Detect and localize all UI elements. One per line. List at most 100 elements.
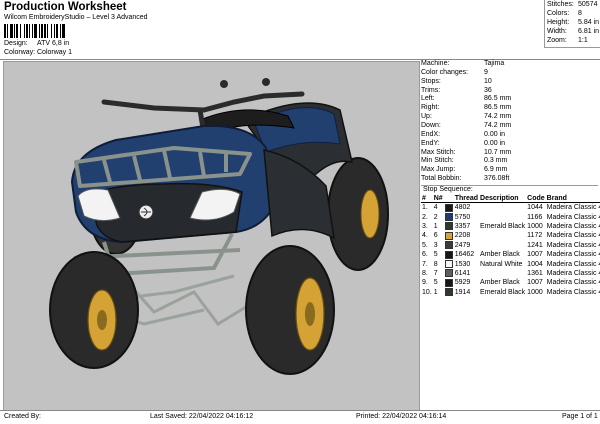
row-swatch [444, 259, 454, 269]
row-code: 1241 [527, 241, 543, 249]
colorway-value: Colorway 1 [37, 49, 73, 56]
info-row: Right: 86.5 mm [421, 104, 511, 112]
row-brand: Madeira Classic 40 [546, 251, 600, 259]
row-swatch [444, 203, 454, 213]
worksheet-title: Production Worksheet [4, 1, 127, 13]
row-swatch [444, 231, 454, 240]
info-row: Total Bobbin: 376.08ft [421, 175, 509, 183]
software-subtitle: Wilcom EmbroideryStudio – Level 3 Advanc… [4, 14, 148, 21]
info-value: 86.5 mm [484, 104, 512, 112]
info-row: Max Jump: 6.9 mm [421, 166, 507, 174]
stat-height: Height: 5.84 in [547, 19, 600, 26]
row-needle: 1 [433, 222, 438, 230]
thread-color-swatch [444, 241, 453, 250]
row-thread: 4802 [454, 204, 471, 212]
thread-color-swatch [444, 250, 453, 259]
created-by: Created By: [4, 413, 41, 420]
row-needle: 6 [433, 232, 438, 240]
info-label: Total Bobbin: [421, 175, 462, 183]
row-thread: 5750 [454, 213, 471, 221]
info-label: Up: [421, 113, 432, 121]
front-left-tire [49, 251, 139, 369]
stat-zoom: Zoom: 1:1 [547, 37, 588, 44]
stop-sequence-table: # N# Thread Description Code Brand 1. 4 48… [421, 194, 600, 297]
table-row: 5. 3 2479 1241Madeira Classic 40 [421, 241, 600, 250]
info-row: Min Stitch: 0.3 mm [421, 157, 507, 164]
row-description [479, 269, 526, 278]
rear-right-tire [327, 157, 389, 271]
printed-date: Printed: 22/04/2022 04:16:14 [356, 413, 447, 420]
row-swatch [444, 269, 454, 278]
row-brand: Madeira Classic 40 [546, 288, 600, 296]
row-code: 1004 [527, 260, 543, 268]
row-index: 6. [422, 251, 428, 259]
row-brand: Madeira Classic 40 [546, 260, 600, 268]
stat-colors: Colors: 8 [547, 10, 582, 17]
row-swatch [444, 250, 454, 259]
table-row: 6. 5 16462 Amber Black 1007Madeira Classic 4… [421, 250, 600, 259]
thread-color-swatch [444, 260, 453, 269]
info-row: Trims: 36 [421, 86, 492, 94]
row-thread: 2208 [454, 232, 471, 240]
row-code: 1000 [527, 288, 543, 296]
row-description [479, 241, 526, 250]
row-brand: Madeira Classic 40 [546, 241, 600, 249]
thread-color-swatch [444, 278, 453, 287]
col-code: Code [526, 194, 546, 203]
col-needle: N# [432, 194, 444, 203]
info-value: 10.7 mm [484, 148, 512, 156]
info-value: 36 [484, 86, 492, 94]
table-row: 10. 1 1914 Emerald Black 1000 Madeira Classic… [421, 288, 600, 297]
row-description: Emerald Black [480, 288, 526, 296]
info-value: Tajima [484, 60, 505, 67]
info-label: Max Stitch: [421, 148, 456, 156]
row-thread: 16462 [454, 251, 475, 259]
info-label: Left: [421, 95, 435, 103]
barcode [4, 24, 90, 38]
table-row: 4. 6 2208 1172Madeira Classic 40 [421, 231, 600, 240]
row-thread: 1530 [454, 260, 471, 268]
info-value: 10 [484, 77, 492, 85]
row-description: Natural White [480, 260, 523, 268]
colorway-line: Colorway: Colorway 1 [4, 49, 72, 56]
table-row: 1. 4 4802 1044Madeira Classic 40 [421, 203, 600, 213]
info-label: Right: [421, 104, 440, 112]
atv-embroidery-image [49, 78, 389, 375]
row-index: 4. [422, 232, 428, 240]
row-brand: Madeira Classic 40 [546, 213, 600, 221]
row-needle: 1 [433, 288, 438, 296]
row-brand: Madeira Classic 40 [546, 269, 600, 277]
info-value: 376.08ft [484, 175, 510, 183]
table-row: 8. 7 6141 1361Madeira Classic 40 [421, 269, 600, 278]
design-value: ATV 6,8 in [37, 40, 70, 47]
row-description [479, 231, 526, 240]
row-code: 1007 [527, 279, 543, 287]
row-code: 1172 [527, 232, 543, 240]
row-index: 1. [422, 204, 428, 212]
row-description: Amber Black [480, 251, 520, 259]
info-label: EndX: [421, 130, 441, 138]
table-row: 2. 2 5750 1166Madeira Classic 40 [421, 212, 600, 222]
info-value: 0.00 in [484, 139, 506, 147]
row-index: 8. [422, 269, 428, 277]
col-brand: Brand [545, 194, 600, 203]
info-label: Down: [421, 121, 441, 129]
info-label: Trims: [421, 86, 441, 94]
row-index: 2. [422, 213, 428, 221]
row-thread: 2479 [454, 241, 471, 249]
info-row: EndY: 0.00 in [421, 140, 505, 147]
row-thread: 5929 [454, 279, 471, 287]
table-header: # N# Thread Description Code Brand [421, 194, 600, 203]
thread-color-swatch [444, 203, 453, 212]
info-label: Max Jump: [421, 166, 456, 174]
colorway-label: Colorway: [4, 49, 36, 56]
row-needle: 2 [433, 213, 438, 221]
row-index: 10. [422, 288, 432, 296]
info-value: 74.2 mm [484, 121, 512, 129]
info-value: 6.9 mm [484, 166, 508, 174]
row-needle: 3 [433, 241, 438, 249]
design-line: Design: ATV 6,8 in [4, 40, 69, 47]
row-description: Amber Black [480, 279, 520, 287]
design-preview [3, 61, 420, 411]
row-code: 1044 [527, 204, 543, 212]
